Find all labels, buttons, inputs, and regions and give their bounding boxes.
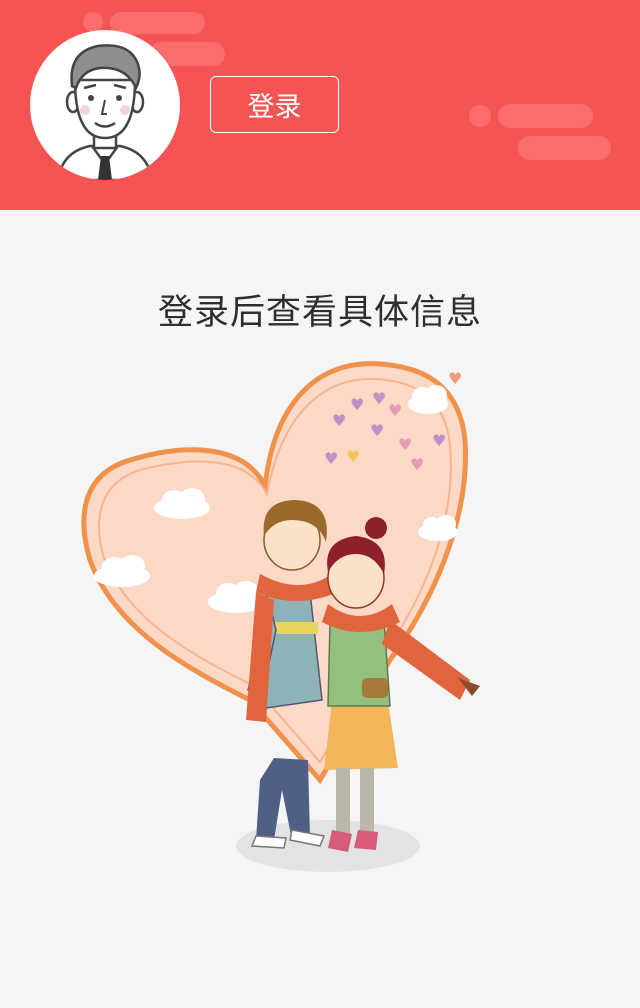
- svg-text:♥: ♥: [372, 389, 386, 408]
- profile-header: 登录: [0, 0, 640, 210]
- svg-text:♥: ♥: [370, 421, 384, 440]
- user-avatar[interactable]: [30, 30, 180, 180]
- login-hint-text: 登录后查看具体信息: [157, 293, 482, 333]
- svg-text:♥: ♥: [410, 455, 424, 474]
- couple-with-heart-illustration: ♥ ♥ ♥ ♥ ♥ ♥ ♥ ♥ ♥ ♥ ♥: [81, 361, 480, 872]
- svg-text:♥: ♥: [324, 449, 338, 468]
- svg-text:♥: ♥: [398, 435, 412, 454]
- svg-text:♥: ♥: [350, 395, 364, 414]
- login-button[interactable]: 登录: [210, 76, 339, 133]
- svg-text:♥: ♥: [432, 431, 446, 450]
- svg-text:♥: ♥: [448, 369, 462, 388]
- svg-text:♥: ♥: [388, 401, 402, 420]
- user-avatar-icon: [56, 44, 154, 180]
- main-content: 登录后查看具体信息 ♥ ♥ ♥ ♥ ♥ ♥ ♥ ♥ ♥ ♥ ♥: [0, 210, 640, 1008]
- svg-text:♥: ♥: [346, 447, 360, 466]
- svg-text:♥: ♥: [332, 411, 346, 430]
